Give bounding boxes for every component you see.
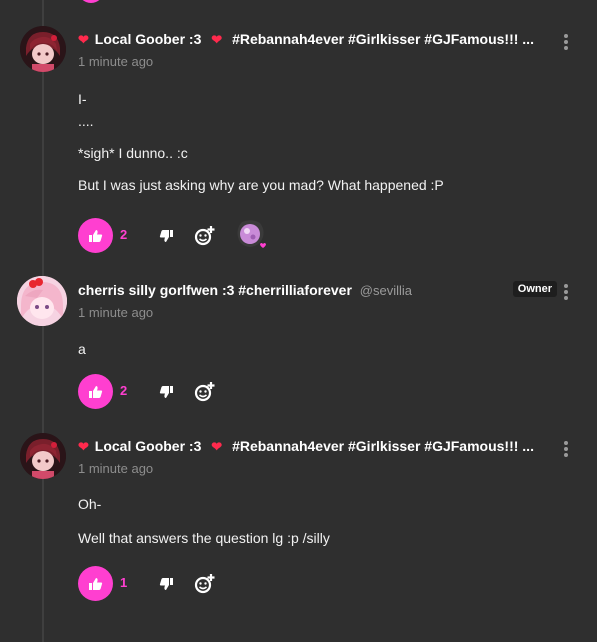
timestamp[interactable]: 1 minute ago xyxy=(78,305,153,320)
comment-line: a xyxy=(78,341,86,357)
thumbs-down-icon xyxy=(159,578,173,590)
comment-body: a xyxy=(78,341,86,357)
more-vertical-icon[interactable] xyxy=(563,34,569,52)
comment-line: .... xyxy=(78,113,94,129)
thumbs-up-icon xyxy=(88,385,102,398)
heart-icon: ❤ xyxy=(211,32,223,47)
like-button[interactable] xyxy=(78,218,113,253)
comment-header: ❤ Local Goober :3 ❤ #Rebannah4ever #Girl… xyxy=(78,438,557,460)
like-button[interactable] xyxy=(78,566,113,601)
author-name[interactable]: Local Goober :3 xyxy=(95,31,202,47)
author-name[interactable]: cherris silly gorlfwen :3 #cherrilliafor… xyxy=(78,282,352,298)
comment-line: Oh- xyxy=(78,496,102,512)
like-count: 1 xyxy=(120,575,128,590)
add-reaction-button[interactable] xyxy=(194,573,216,595)
comment-body: Oh- Well that answers the question lg :p… xyxy=(78,496,330,546)
previous-like-button[interactable] xyxy=(78,0,104,3)
dislike-button[interactable] xyxy=(156,382,176,402)
add-reaction-button[interactable] xyxy=(194,225,216,247)
comment-body: I- .... *sigh* I dunno.. :c But I was ju… xyxy=(78,91,444,193)
thumbs-up-icon xyxy=(88,577,102,590)
heart-icon: ❤ xyxy=(78,439,89,454)
more-vertical-icon[interactable] xyxy=(563,284,569,302)
timestamp[interactable]: 1 minute ago xyxy=(78,461,153,476)
dislike-button[interactable] xyxy=(156,226,176,246)
thumbs-down-icon xyxy=(159,386,173,398)
add-reaction-icon xyxy=(194,382,215,402)
like-count: 2 xyxy=(120,227,128,242)
avatar[interactable] xyxy=(20,433,66,479)
comment-line: But I was just asking why are you mad? W… xyxy=(78,177,444,193)
add-reaction-button[interactable] xyxy=(194,381,216,403)
comment-header: cherris silly gorlfwen :3 #cherrilliafor… xyxy=(78,282,497,304)
dislike-button[interactable] xyxy=(156,574,176,594)
add-reaction-icon xyxy=(194,226,215,246)
heart-icon: ❤ xyxy=(211,439,223,454)
heart-icon: ❤ xyxy=(78,32,89,47)
author-tags: #Rebannah4ever #Girlkisser #GJFamous!!! … xyxy=(232,31,534,47)
like-button[interactable] xyxy=(78,374,113,409)
like-count: 2 xyxy=(120,383,128,398)
author-handle[interactable]: @sevillia xyxy=(360,283,412,298)
thumbs-up-icon xyxy=(88,229,102,242)
author-name[interactable]: Local Goober :3 xyxy=(95,438,202,454)
timestamp[interactable]: 1 minute ago xyxy=(78,54,153,69)
comment-line: Well that answers the question lg :p /si… xyxy=(78,530,330,546)
add-reaction-icon xyxy=(194,574,215,594)
comment-line: *sigh* I dunno.. :c xyxy=(78,145,188,161)
owner-badge: Owner xyxy=(512,281,557,297)
comment-line: I- xyxy=(78,91,87,107)
reaction-sticker[interactable] xyxy=(234,219,268,251)
avatar[interactable] xyxy=(20,26,66,72)
author-tags: #Rebannah4ever #Girlkisser #GJFamous!!! … xyxy=(232,438,534,454)
more-vertical-icon[interactable] xyxy=(563,441,569,459)
thumbs-down-icon xyxy=(159,230,173,242)
avatar[interactable] xyxy=(17,276,67,326)
comment-header: ❤ Local Goober :3 ❤ #Rebannah4ever #Girl… xyxy=(78,31,557,53)
